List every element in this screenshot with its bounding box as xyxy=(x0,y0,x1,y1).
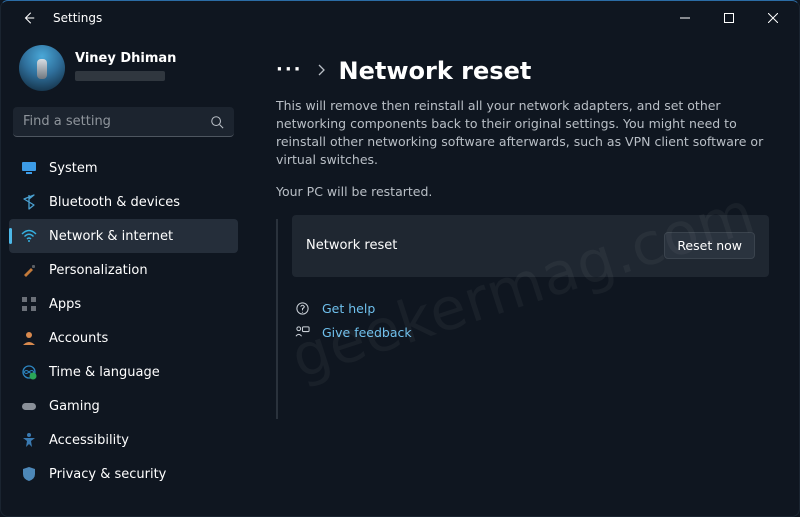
link-label: Give feedback xyxy=(322,325,412,340)
search-input[interactable]: Find a setting xyxy=(13,107,234,137)
back-arrow-icon xyxy=(22,11,36,25)
sidebar-item-gaming[interactable]: Gaming xyxy=(9,389,238,423)
sidebar-item-personalization[interactable]: Personalization xyxy=(9,253,238,287)
give-feedback-link[interactable]: Give feedback xyxy=(292,325,769,341)
chevron-right-icon xyxy=(317,64,325,79)
page-title: Network reset xyxy=(339,57,532,85)
wifi-icon xyxy=(21,228,37,244)
titlebar: Settings xyxy=(1,1,799,35)
sidebar-item-apps[interactable]: Apps xyxy=(9,287,238,321)
gamepad-icon xyxy=(21,398,37,414)
sidebar-item-label: Accounts xyxy=(49,331,108,346)
avatar xyxy=(19,45,65,91)
search-icon xyxy=(210,115,224,129)
sidebar-item-label: Personalization xyxy=(49,263,148,278)
sidebar-item-label: Gaming xyxy=(49,399,100,414)
help-icon xyxy=(294,301,310,317)
breadcrumb-more[interactable]: ··· xyxy=(276,59,303,84)
restart-note: Your PC will be restarted. xyxy=(276,184,769,199)
main-content: geekermag.com ··· Network reset This wil… xyxy=(246,35,799,516)
page-description: This will remove then reinstall all your… xyxy=(276,97,769,170)
shield-icon xyxy=(21,466,37,482)
sidebar-item-label: System xyxy=(49,161,97,176)
sidebar-item-privacy[interactable]: Privacy & security xyxy=(9,457,238,491)
accessibility-icon xyxy=(21,432,37,448)
back-button[interactable] xyxy=(13,2,45,34)
sidebar: Viney Dhiman Find a setting System Bluet… xyxy=(1,35,246,516)
sidebar-item-system[interactable]: System xyxy=(9,151,238,185)
get-help-link[interactable]: Get help xyxy=(292,301,769,317)
monitor-icon xyxy=(21,160,37,176)
minimize-button[interactable] xyxy=(663,3,707,33)
profile-name: Viney Dhiman xyxy=(75,51,176,67)
sidebar-item-accounts[interactable]: Accounts xyxy=(9,321,238,355)
sidebar-item-label: Apps xyxy=(49,297,81,312)
card-label: Network reset xyxy=(306,238,664,253)
person-icon xyxy=(21,330,37,346)
sidebar-nav[interactable]: System Bluetooth & devices Network & int… xyxy=(1,151,246,516)
close-icon xyxy=(768,13,778,23)
minimize-icon xyxy=(680,13,690,23)
close-button[interactable] xyxy=(751,3,795,33)
sidebar-item-label: Accessibility xyxy=(49,433,129,448)
sidebar-item-label: Time & language xyxy=(49,365,160,380)
maximize-button[interactable] xyxy=(707,3,751,33)
link-label: Get help xyxy=(322,301,375,316)
feedback-icon xyxy=(294,325,310,341)
profile-email-redacted xyxy=(75,71,165,81)
globe-clock-icon xyxy=(21,364,37,380)
maximize-icon xyxy=(724,13,734,23)
section-divider xyxy=(276,219,278,419)
app-title: Settings xyxy=(53,11,102,25)
reset-now-button[interactable]: Reset now xyxy=(664,232,755,259)
sidebar-item-label: Network & internet xyxy=(49,229,173,244)
sidebar-item-label: Privacy & security xyxy=(49,467,166,482)
sidebar-item-label: Bluetooth & devices xyxy=(49,195,180,210)
apps-icon xyxy=(21,296,37,312)
sidebar-item-accessibility[interactable]: Accessibility xyxy=(9,423,238,457)
brush-icon xyxy=(21,262,37,278)
profile-block[interactable]: Viney Dhiman xyxy=(1,39,246,107)
breadcrumb: ··· Network reset xyxy=(276,57,769,85)
bluetooth-icon xyxy=(21,194,37,210)
sidebar-item-network[interactable]: Network & internet xyxy=(9,219,238,253)
sidebar-item-bluetooth[interactable]: Bluetooth & devices xyxy=(9,185,238,219)
sidebar-item-time[interactable]: Time & language xyxy=(9,355,238,389)
search-placeholder: Find a setting xyxy=(23,114,210,129)
network-reset-card: Network reset Reset now xyxy=(292,215,769,277)
